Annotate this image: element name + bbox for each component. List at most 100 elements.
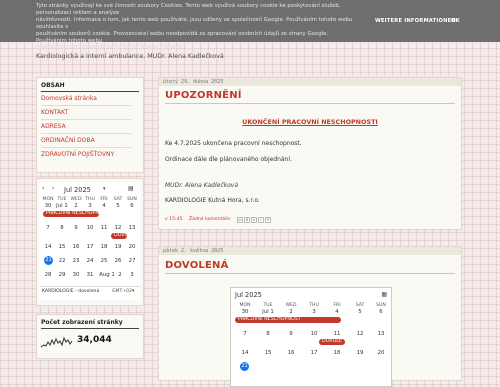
calendar-event[interactable]: PRACOVNÍ NESCHOPNOST [43,211,99,217]
nav-item-ordinacni-doba[interactable]: ORDINAČNÍ DOBA [41,137,95,144]
pageview-count: 34,044 [77,335,112,345]
calendar-day[interactable]: 8 [55,225,69,231]
calendar-day[interactable]: 14 [235,350,255,356]
nav-item-kontakt[interactable]: KONTAKT [41,109,68,116]
dow-label: MON [239,303,251,308]
calendar-day[interactable]: Jul 1 [55,203,69,209]
print-icon[interactable]: ▤ [128,185,134,192]
dow-label: SUN [127,197,137,202]
calendar-day[interactable]: 23 [69,258,83,264]
post-title[interactable]: UPOZORNĚNÍ [165,90,242,101]
month-dropdown-icon[interactable]: ▾ [103,186,106,192]
calendar-grid-icon[interactable]: ▦ [381,291,387,298]
post-time[interactable]: 15:45 [169,217,182,222]
post-comments-link[interactable]: Žádné komentáře: [189,217,231,222]
post-dovolena: pátek 2. května 2025 DOVOLENÁ Jul 2025 ▦… [158,246,462,387]
more-info-button[interactable]: WEITERE INFORMATIONEN [375,18,456,24]
calendar-day[interactable]: 18 [97,244,111,250]
calendar-day[interactable]: 30 [235,309,255,315]
calendar-day[interactable]: 7 [41,225,55,231]
calendar-footer-name: KARDIOLOGIE - dovolená [42,289,100,294]
calendar-day[interactable]: 19 [111,244,125,250]
calendar-day[interactable]: 29 [55,272,69,278]
calendar-month: Jul 2025 [64,186,91,194]
pinterest-share-icon[interactable]: P [265,217,271,223]
calendar-day[interactable]: 5 [350,309,370,315]
calendar-day[interactable]: 13 [371,331,391,337]
cookie-line: používáním souborů cookie. Provozovatel … [36,30,329,44]
calendar-day[interactable]: 25 [97,258,111,264]
nav-divider [41,133,131,134]
facebook-share-icon[interactable]: f [258,217,264,223]
calendar-day[interactable]: 2 [281,309,301,315]
calendar-day[interactable]: 17 [83,244,97,250]
calendar-day[interactable]: 26 [111,258,125,264]
calendar-day[interactable]: 7 [235,331,255,337]
calendar-day[interactable]: 3 [304,309,324,315]
calendar-day[interactable]: 19 [350,350,370,356]
embedded-calendar: Jul 2025 ▦ MON TUE WED THU FRI SAT SUN 3… [230,287,392,387]
calendar-day[interactable]: 6 [371,309,391,315]
calendar-day[interactable]: Jul 1 [258,309,278,315]
nav-item-home[interactable]: Domovská stránka [41,95,97,102]
calendar-day[interactable]: 2 [69,203,83,209]
calendar-day[interactable]: 18 [327,350,347,356]
calendar-day[interactable]: 10 [304,331,324,337]
calendar-day[interactable]: 20 [371,350,391,356]
calendar-day[interactable]: 8 [258,331,278,337]
calendar-day[interactable]: 30 [41,203,55,209]
calendar-day[interactable]: 28 [41,272,55,278]
dow-label: THU [309,303,319,308]
calendar-event[interactable]: DOVO [111,233,127,239]
calendar-day[interactable]: 4 [327,309,347,315]
embedded-calendar: ‹ › Jul 2025 ▾ ▤ MON TUE WED THU FRI SAT… [40,182,140,300]
calendar-day[interactable]: 16 [281,350,301,356]
blog-share-icon[interactable]: B [244,217,250,223]
calendar-day[interactable]: 3 [83,203,97,209]
pageview-widget: Počet zobrazení stránky 34,044 [36,314,144,359]
calendar-day[interactable]: 24 [83,258,97,264]
dow-label: TUE [263,303,273,308]
ok-button[interactable]: OK [451,18,460,24]
calendar-day[interactable]: 9 [69,225,83,231]
calendar-day[interactable]: 13 [125,225,139,231]
calendar-event[interactable]: DOVOLE [319,339,345,345]
calendar-day[interactable]: 14 [41,244,55,250]
post-title[interactable]: DOVOLENÁ [165,260,229,271]
calendar-day[interactable]: 22 [55,258,69,264]
calendar-event[interactable]: PRACOVNÍ NESCHOPNOST [235,317,341,323]
dow-label: WED [285,303,297,308]
post-center-heading-wrap: UKONČENÍ PRACOVNÍ NESCHOPNOSTI [159,109,461,128]
timezone-dropdown-icon[interactable]: ▾ [132,288,135,294]
calendar-today[interactable]: 21 [44,256,53,265]
calendar-day[interactable]: 9 [281,331,301,337]
post-center-heading: UKONČENÍ PRACOVNÍ NESCHOPNOSTI [242,118,378,126]
calendar-day[interactable]: 17 [304,350,324,356]
calendar-today[interactable]: 21 [240,362,249,371]
calendar-day[interactable]: 12 [111,225,125,231]
post-divider [165,103,455,104]
calendar-day[interactable]: 16 [69,244,83,250]
calendar-day[interactable]: 15 [258,350,278,356]
post-time-link[interactable]: v 15:45 [165,217,182,222]
email-share-icon[interactable]: ✉ [237,217,243,223]
calendar-day[interactable]: 15 [55,244,69,250]
x-share-icon[interactable]: X [251,217,257,223]
calendar-day[interactable]: 20 [125,244,139,250]
calendar-day[interactable]: 11 [327,331,347,337]
calendar-day[interactable]: 27 [125,258,139,264]
calendar-day[interactable]: 4 [97,203,111,209]
calendar-day[interactable]: 3 [125,272,139,278]
calendar-day[interactable]: 11 [97,225,111,231]
calendar-day[interactable]: 5 [111,203,125,209]
nav-item-pojistovny[interactable]: ZDRAVOTNÍ POJIŠŤOVNY [41,151,114,158]
calendar-day[interactable]: 30 [69,272,83,278]
calendar-day[interactable]: 31 [83,272,97,278]
nav-item-adresa[interactable]: ADRESA [41,123,66,130]
next-month-icon[interactable]: › [52,185,54,192]
calendar-day[interactable]: 6 [125,203,139,209]
calendar-day[interactable]: 12 [350,331,370,337]
prev-month-icon[interactable]: ‹ [42,185,44,192]
calendar-day[interactable]: 10 [83,225,97,231]
dow-label: TUE [57,197,67,202]
